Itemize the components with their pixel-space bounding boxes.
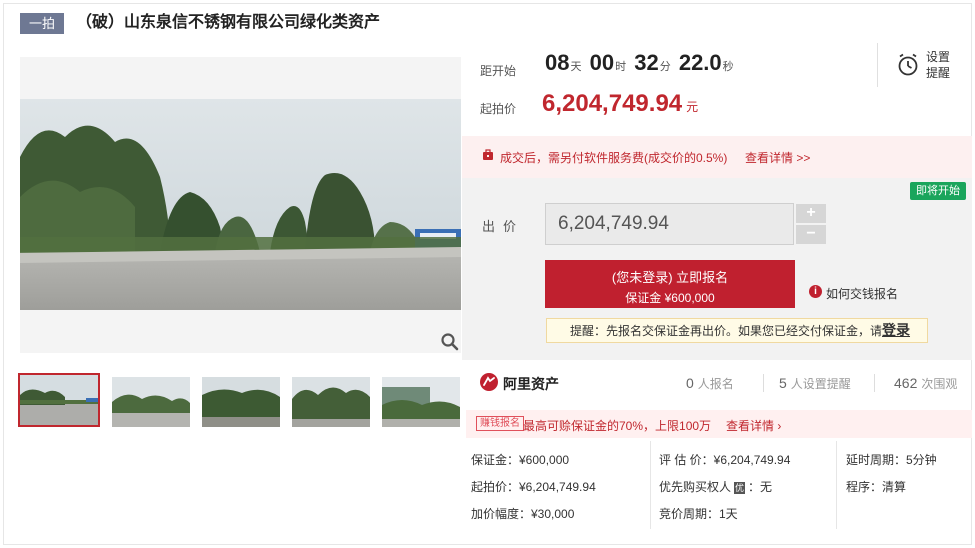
increment-info: 加价幅度：¥30,000 <box>471 507 575 521</box>
reminder-line2: 提醒 <box>926 66 951 80</box>
days-unit: 天 <box>570 61 582 73</box>
minutes-unit: 分 <box>659 61 671 73</box>
hours-unit: 时 <box>615 61 627 73</box>
thumbnail-2[interactable] <box>112 377 190 427</box>
signup-count: 0 人报名 <box>686 375 734 392</box>
service-fee-notice: 成交后，需另付软件服务费(成交价的0.5%) 查看详情 >> <box>462 136 972 178</box>
reminder-count-num: 5 <box>779 375 787 391</box>
decrease-bid-button[interactable]: − <box>796 225 826 244</box>
divider <box>877 43 878 87</box>
start-price-value: 6,204,749.94 <box>542 90 683 117</box>
stat-divider <box>874 374 875 392</box>
how-to-pay-link[interactable]: 如何交钱报名 <box>826 285 898 302</box>
fee-notice-text: 成交后，需另付软件服务费(成交价的0.5%) <box>500 151 728 165</box>
thumbnail-3[interactable] <box>202 377 280 427</box>
auction-round-tag: 一拍 <box>20 13 65 34</box>
signup-deposit-label: 保证金 ¥600,000 <box>625 291 715 305</box>
countdown-hours: 00 <box>589 50 615 75</box>
set-reminder-button[interactable]: 设置 提醒 <box>926 49 956 81</box>
priority-badge: 优 <box>734 482 746 494</box>
view-count-label: 次围观 <box>921 377 958 391</box>
countdown-days: 08 <box>545 50 570 75</box>
tip-text: 提醒：先报名交保证金再出价。如果您已经交付保证金，请 <box>570 324 883 338</box>
bid-panel: 即将开始 出价 + − (您未登录) 立即报名 保证金 ¥600,000 i 如… <box>462 178 972 360</box>
grid-divider <box>836 441 837 529</box>
zoom-button[interactable] <box>437 329 463 355</box>
signup-button-label: (您未登录) 立即报名 <box>611 270 729 285</box>
magnifier-icon <box>441 333 459 351</box>
deposit-loan-promo: 赚钱报名 最高可赊保证金的70%，上限100万 查看详情 › <box>466 410 972 438</box>
signup-count-num: 0 <box>686 375 694 391</box>
ali-assets-logo-icon <box>480 373 498 391</box>
brand-name: 阿里资产 <box>503 376 559 392</box>
view-count: 462 次围观 <box>894 375 957 392</box>
bid-cycle-info: 竞价周期：1天 <box>659 507 738 521</box>
signup-button[interactable]: (您未登录) 立即报名 保证金 ¥600,000 <box>545 260 795 308</box>
reminder-count-label: 人设置提醒 <box>790 377 851 391</box>
increase-bid-button[interactable]: + <box>796 204 826 223</box>
promo-text: 最高可赊保证金的70%，上限100万 <box>523 419 712 433</box>
start-price-info: 起拍价：¥6,204,749.94 <box>471 480 596 494</box>
thumbnail-1[interactable] <box>18 373 100 427</box>
signup-count-label: 人报名 <box>697 377 734 391</box>
main-photo[interactable] <box>20 57 461 353</box>
start-price-unit: 元 <box>686 100 699 114</box>
login-link[interactable]: 登录 <box>882 322 910 338</box>
procedure-info: 程序：清算 <box>846 480 907 494</box>
alarm-clock-icon[interactable] <box>896 53 920 77</box>
thumbnail-strip <box>18 373 465 433</box>
bid-amount-input[interactable] <box>545 203 794 245</box>
priority-value: ：无 <box>748 480 773 494</box>
thumbnail-image <box>382 377 460 427</box>
promo-badge: 赚钱报名 <box>476 416 524 431</box>
seconds-unit: 秒 <box>722 61 734 73</box>
status-badge: 即将开始 <box>910 182 966 200</box>
thumbnail-image <box>202 377 280 427</box>
view-count-num: 462 <box>894 375 918 391</box>
asset-photo-image <box>20 57 461 353</box>
countdown-label: 距开始 <box>480 64 517 78</box>
thumbnail-image <box>20 375 98 425</box>
thumbnail-image <box>112 377 190 427</box>
countdown-timer: 08天 00时 32分 22.0秒 <box>545 50 736 76</box>
start-price: 6,204,749.94 元 <box>542 90 698 118</box>
page-title: （破）山东泉信不锈钢有限公司绿化类资产 <box>76 14 381 31</box>
thumbnail-5[interactable] <box>382 377 460 427</box>
extension-info: 延时周期：5分钟 <box>846 453 937 467</box>
grid-divider <box>650 441 651 529</box>
reminder-line1: 设置 <box>926 50 951 64</box>
deposit-info: 保证金：¥600,000 <box>471 453 570 467</box>
info-icon: i <box>809 285 822 298</box>
priority-buyer-info: 优先购买权人优：无 <box>659 478 772 495</box>
bag-icon <box>483 149 493 160</box>
thumbnail-image <box>292 377 370 427</box>
priority-label: 优先购买权人 <box>659 480 732 494</box>
bid-label: 出价 <box>482 219 525 234</box>
login-reminder-tip: 提醒：先报名交保证金再出价。如果您已经交付保证金，请登录 <box>546 318 928 343</box>
thumbnail-4[interactable] <box>292 377 370 427</box>
fee-details-link[interactable]: 查看详情 >> <box>745 149 810 166</box>
stat-divider <box>763 374 764 392</box>
reminder-count: 5 人设置提醒 <box>779 375 851 392</box>
promo-details-link[interactable]: 查看详情 › <box>726 417 781 434</box>
start-price-label: 起拍价 <box>480 102 517 116</box>
countdown-minutes: 32 <box>634 50 659 75</box>
countdown-seconds: 22.0 <box>678 50 722 75</box>
appraisal-info: 评 估 价：¥6,204,749.94 <box>659 453 791 467</box>
